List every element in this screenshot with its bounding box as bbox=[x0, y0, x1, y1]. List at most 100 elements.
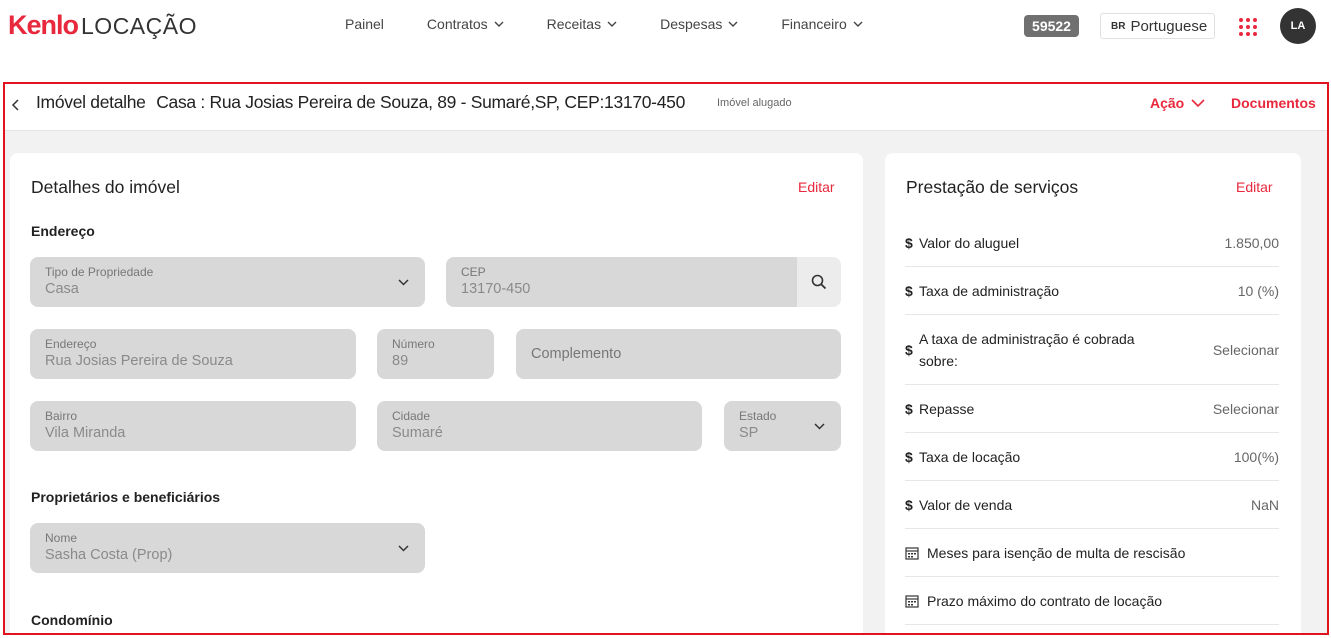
documents-button[interactable]: Documentos bbox=[1231, 95, 1316, 111]
service-label: Valor do aluguel bbox=[919, 234, 1020, 251]
field-value: Sumaré bbox=[392, 425, 443, 441]
field-label: Cidade bbox=[392, 409, 431, 423]
state-select[interactable]: Estado SP bbox=[724, 401, 841, 451]
field-value: Rua Josias Pereira de Souza bbox=[45, 353, 233, 369]
service-row-transfer[interactable]: $ Repasse Selecionar bbox=[905, 385, 1279, 433]
nav-contratos[interactable]: Contratos bbox=[427, 16, 504, 32]
field-label: Endereço bbox=[45, 337, 97, 351]
status-badge: Imóvel alugado bbox=[717, 97, 792, 109]
logo-product: LOCAÇÃO bbox=[81, 13, 197, 39]
nav-label: Painel bbox=[345, 16, 384, 32]
dollar-icon: $ bbox=[905, 400, 913, 417]
back-arrow-icon[interactable] bbox=[9, 98, 23, 112]
field-value: Casa bbox=[45, 281, 79, 297]
nav-financeiro[interactable]: Financeiro bbox=[781, 16, 863, 32]
chevron-down-icon bbox=[853, 21, 863, 27]
services-edit-button[interactable]: Editar bbox=[1236, 179, 1273, 195]
service-row-sale-value[interactable]: $ Valor de venda NaN bbox=[905, 481, 1279, 529]
property-type-select[interactable]: Tipo de Propriedade Casa bbox=[30, 257, 425, 307]
service-row-penalty-exemption[interactable]: Meses para isenção de multa de rescisão bbox=[905, 529, 1279, 577]
service-label: Valor de venda bbox=[919, 496, 1013, 513]
field-label: Estado bbox=[739, 409, 777, 423]
service-value: 100(%) bbox=[1233, 448, 1279, 465]
dollar-icon: $ bbox=[905, 496, 913, 513]
language-label: Portuguese bbox=[1130, 17, 1208, 35]
field-label: Número bbox=[392, 337, 435, 351]
cep-field[interactable]: CEP 13170-450 bbox=[446, 257, 798, 307]
calendar-icon bbox=[905, 546, 919, 560]
nav-label: Receitas bbox=[546, 16, 602, 32]
cep-search-button[interactable] bbox=[797, 257, 841, 307]
service-label: Meses para isenção de multa de rescisão bbox=[927, 544, 1186, 561]
details-title: Detalhes do imóvel bbox=[31, 177, 180, 197]
field-label: Nome bbox=[45, 531, 78, 545]
top-navbar: Kenlo LOCAÇÃO Painel Contratos Receitas … bbox=[0, 0, 1331, 52]
nav-painel[interactable]: Painel bbox=[345, 16, 384, 32]
city-field[interactable]: Cidade Sumaré bbox=[377, 401, 702, 451]
chevron-down-icon bbox=[607, 21, 617, 27]
address-field[interactable]: Endereço Rua Josias Pereira de Souza bbox=[30, 329, 356, 379]
field-value: Vila Miranda bbox=[45, 425, 126, 441]
nav-label: Contratos bbox=[426, 16, 488, 32]
services-card: Prestação de serviços Editar $ Valor do … bbox=[885, 153, 1301, 633]
owners-section-label: Proprietários e beneficiários bbox=[31, 489, 221, 505]
page-title-address: Casa : Rua Josias Pereira de Souza, 89 -… bbox=[156, 92, 686, 112]
dollar-icon: $ bbox=[905, 234, 913, 251]
flag-icon: BR bbox=[1111, 20, 1126, 32]
field-label: Tipo de Propriedade bbox=[45, 265, 154, 279]
nav-label: Despesas bbox=[660, 16, 723, 32]
chevron-down-icon bbox=[814, 423, 825, 430]
search-icon bbox=[811, 274, 827, 290]
neighborhood-field[interactable]: Bairro Vila Miranda bbox=[30, 401, 356, 451]
calendar-icon bbox=[905, 594, 919, 608]
service-row-max-term[interactable]: Prazo máximo do contrato de locação bbox=[905, 577, 1279, 625]
chevron-down-icon bbox=[398, 279, 409, 286]
chevron-down-icon bbox=[728, 21, 738, 27]
apps-grid-icon[interactable] bbox=[1238, 17, 1258, 37]
address-section-label: Endereço bbox=[31, 223, 95, 239]
owner-select[interactable]: Nome Sasha Costa (Prop) bbox=[30, 523, 425, 573]
field-value: Sasha Costa (Prop) bbox=[45, 547, 173, 563]
action-menu-button[interactable]: Ação bbox=[1150, 95, 1205, 111]
field-value: 89 bbox=[392, 353, 409, 369]
details-edit-button[interactable]: Editar bbox=[798, 179, 835, 195]
field-label: CEP bbox=[461, 265, 486, 279]
field-label: Bairro bbox=[45, 409, 78, 423]
service-value: 10 (%) bbox=[1237, 282, 1279, 299]
complement-field[interactable]: Complemento bbox=[516, 329, 841, 379]
dollar-icon: $ bbox=[905, 341, 913, 358]
service-value: 1.850,00 bbox=[1224, 234, 1280, 251]
main-nav: Painel Contratos Receitas Despesas Finan… bbox=[345, 16, 906, 32]
service-value: Selecionar bbox=[1212, 400, 1279, 417]
service-row-admin-fee-base[interactable]: $ A taxa de administração é cobrada sobr… bbox=[905, 315, 1279, 385]
service-label: Prazo máximo do contrato de locação bbox=[927, 592, 1163, 609]
field-value: SP bbox=[739, 425, 759, 441]
field-placeholder: Complemento bbox=[531, 346, 622, 362]
service-label: A taxa de administração é cobrada sobre: bbox=[919, 330, 1135, 369]
dollar-icon: $ bbox=[905, 282, 913, 299]
field-value: 13170-450 bbox=[461, 281, 531, 297]
kenlo-logo[interactable]: Kenlo LOCAÇÃO bbox=[8, 10, 197, 42]
service-label: Repasse bbox=[919, 400, 975, 417]
content-region: Imóvel detalhe Casa : Rua Josias Pereira… bbox=[3, 82, 1329, 635]
condo-section-label: Condomínio bbox=[31, 612, 113, 628]
page-title-main: Imóvel detalhe bbox=[36, 92, 146, 112]
nav-receitas[interactable]: Receitas bbox=[547, 16, 617, 32]
service-row-admin-fee[interactable]: $ Taxa de administração 10 (%) bbox=[905, 267, 1279, 315]
logo-brand: Kenlo bbox=[8, 10, 79, 40]
language-selector[interactable]: BR Portuguese bbox=[1100, 13, 1215, 39]
chevron-down-icon bbox=[398, 545, 409, 552]
count-badge[interactable]: 59522 bbox=[1024, 15, 1079, 37]
service-row-rent[interactable]: $ Valor do aluguel 1.850,00 bbox=[905, 219, 1279, 267]
service-label: Taxa de locação bbox=[919, 448, 1021, 465]
chevron-down-icon bbox=[1191, 99, 1205, 108]
service-row-rental-fee[interactable]: $ Taxa de locação 100(%) bbox=[905, 433, 1279, 481]
service-label: Taxa de administração bbox=[919, 282, 1060, 299]
service-value: Selecionar bbox=[1212, 341, 1279, 358]
avatar[interactable]: LA bbox=[1280, 8, 1316, 44]
chevron-down-icon bbox=[494, 21, 504, 27]
nav-despesas[interactable]: Despesas bbox=[660, 16, 738, 32]
number-field[interactable]: Número 89 bbox=[377, 329, 494, 379]
services-title: Prestação de serviços bbox=[906, 177, 1079, 197]
dollar-icon: $ bbox=[905, 448, 913, 465]
